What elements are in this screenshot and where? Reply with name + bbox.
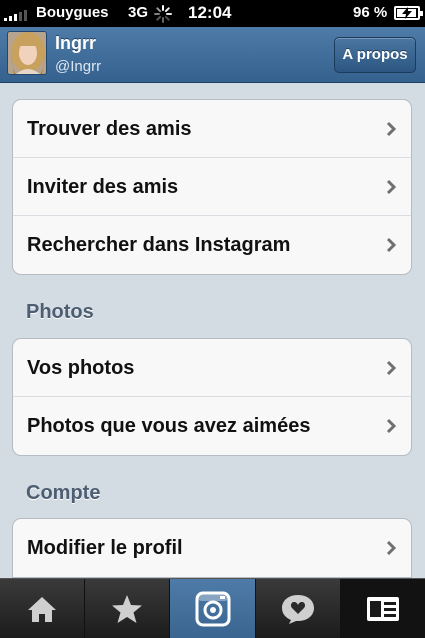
menu-row-label: Inviter des amis xyxy=(27,176,179,198)
chevron-right-icon xyxy=(386,418,397,434)
status-bar: Bouygues 3G 12:04 96 % xyxy=(0,0,425,27)
network-type: 3G xyxy=(128,4,149,21)
clock: 12:04 xyxy=(188,3,232,22)
menu-row-search-instagram[interactable]: Rechercher dans Instagram xyxy=(13,216,411,274)
tab-news[interactable] xyxy=(256,579,341,638)
battery-percent: 96 % xyxy=(353,4,388,21)
star-icon xyxy=(112,594,143,623)
menu-row-find-friends[interactable]: Trouver des amis xyxy=(13,100,411,158)
section-title-account: Compte xyxy=(26,482,101,504)
chevron-right-icon xyxy=(386,179,397,195)
carrier-name: Bouygues xyxy=(36,4,109,21)
menu-row-label: Photos que vous avez aimées xyxy=(27,415,311,437)
tab-bar xyxy=(0,578,425,638)
menu-row-label: Rechercher dans Instagram xyxy=(27,234,291,256)
menu-row-your-photos[interactable]: Vos photos xyxy=(13,339,411,397)
battery-icon xyxy=(394,6,423,20)
heart-bubble-icon xyxy=(281,594,314,624)
chevron-right-icon xyxy=(386,540,397,556)
menu-row-label: Trouver des amis xyxy=(27,118,192,140)
tab-popular[interactable] xyxy=(85,579,171,638)
home-icon xyxy=(28,596,57,622)
menu-row-label: Vos photos xyxy=(27,357,135,379)
menu-row-liked-photos[interactable]: Photos que vous avez aimées xyxy=(13,397,411,455)
account-group: Modifier le profil xyxy=(12,518,412,578)
profile-card-icon xyxy=(366,596,399,621)
friends-group: Trouver des amis Inviter des amis Recher… xyxy=(12,99,412,275)
chevron-right-icon xyxy=(386,121,397,137)
menu-row-label: Modifier le profil xyxy=(27,537,183,559)
chevron-right-icon xyxy=(386,360,397,376)
tab-camera[interactable] xyxy=(170,579,256,638)
profile-header: Ingrr @Ingrr A propos xyxy=(0,27,425,83)
signal-strength-icon xyxy=(4,10,27,21)
photos-group: Vos photos Photos que vous avez aimées xyxy=(12,338,412,456)
activity-spinner-icon xyxy=(154,5,172,23)
menu-row-invite-friends[interactable]: Inviter des amis xyxy=(13,158,411,216)
tab-profile[interactable] xyxy=(340,579,425,638)
menu-content[interactable]: Trouver des amis Inviter des amis Recher… xyxy=(0,83,425,578)
tab-home[interactable] xyxy=(0,579,86,638)
camera-icon xyxy=(195,591,230,626)
profile-username: Ingrr xyxy=(55,33,97,53)
chevron-right-icon xyxy=(386,237,397,253)
menu-row-edit-profile[interactable]: Modifier le profil xyxy=(13,519,411,577)
avatar[interactable] xyxy=(7,31,47,75)
section-title-photos: Photos xyxy=(26,301,94,323)
profile-handle: @Ingrr xyxy=(55,58,102,75)
about-button[interactable]: A propos xyxy=(334,37,416,73)
